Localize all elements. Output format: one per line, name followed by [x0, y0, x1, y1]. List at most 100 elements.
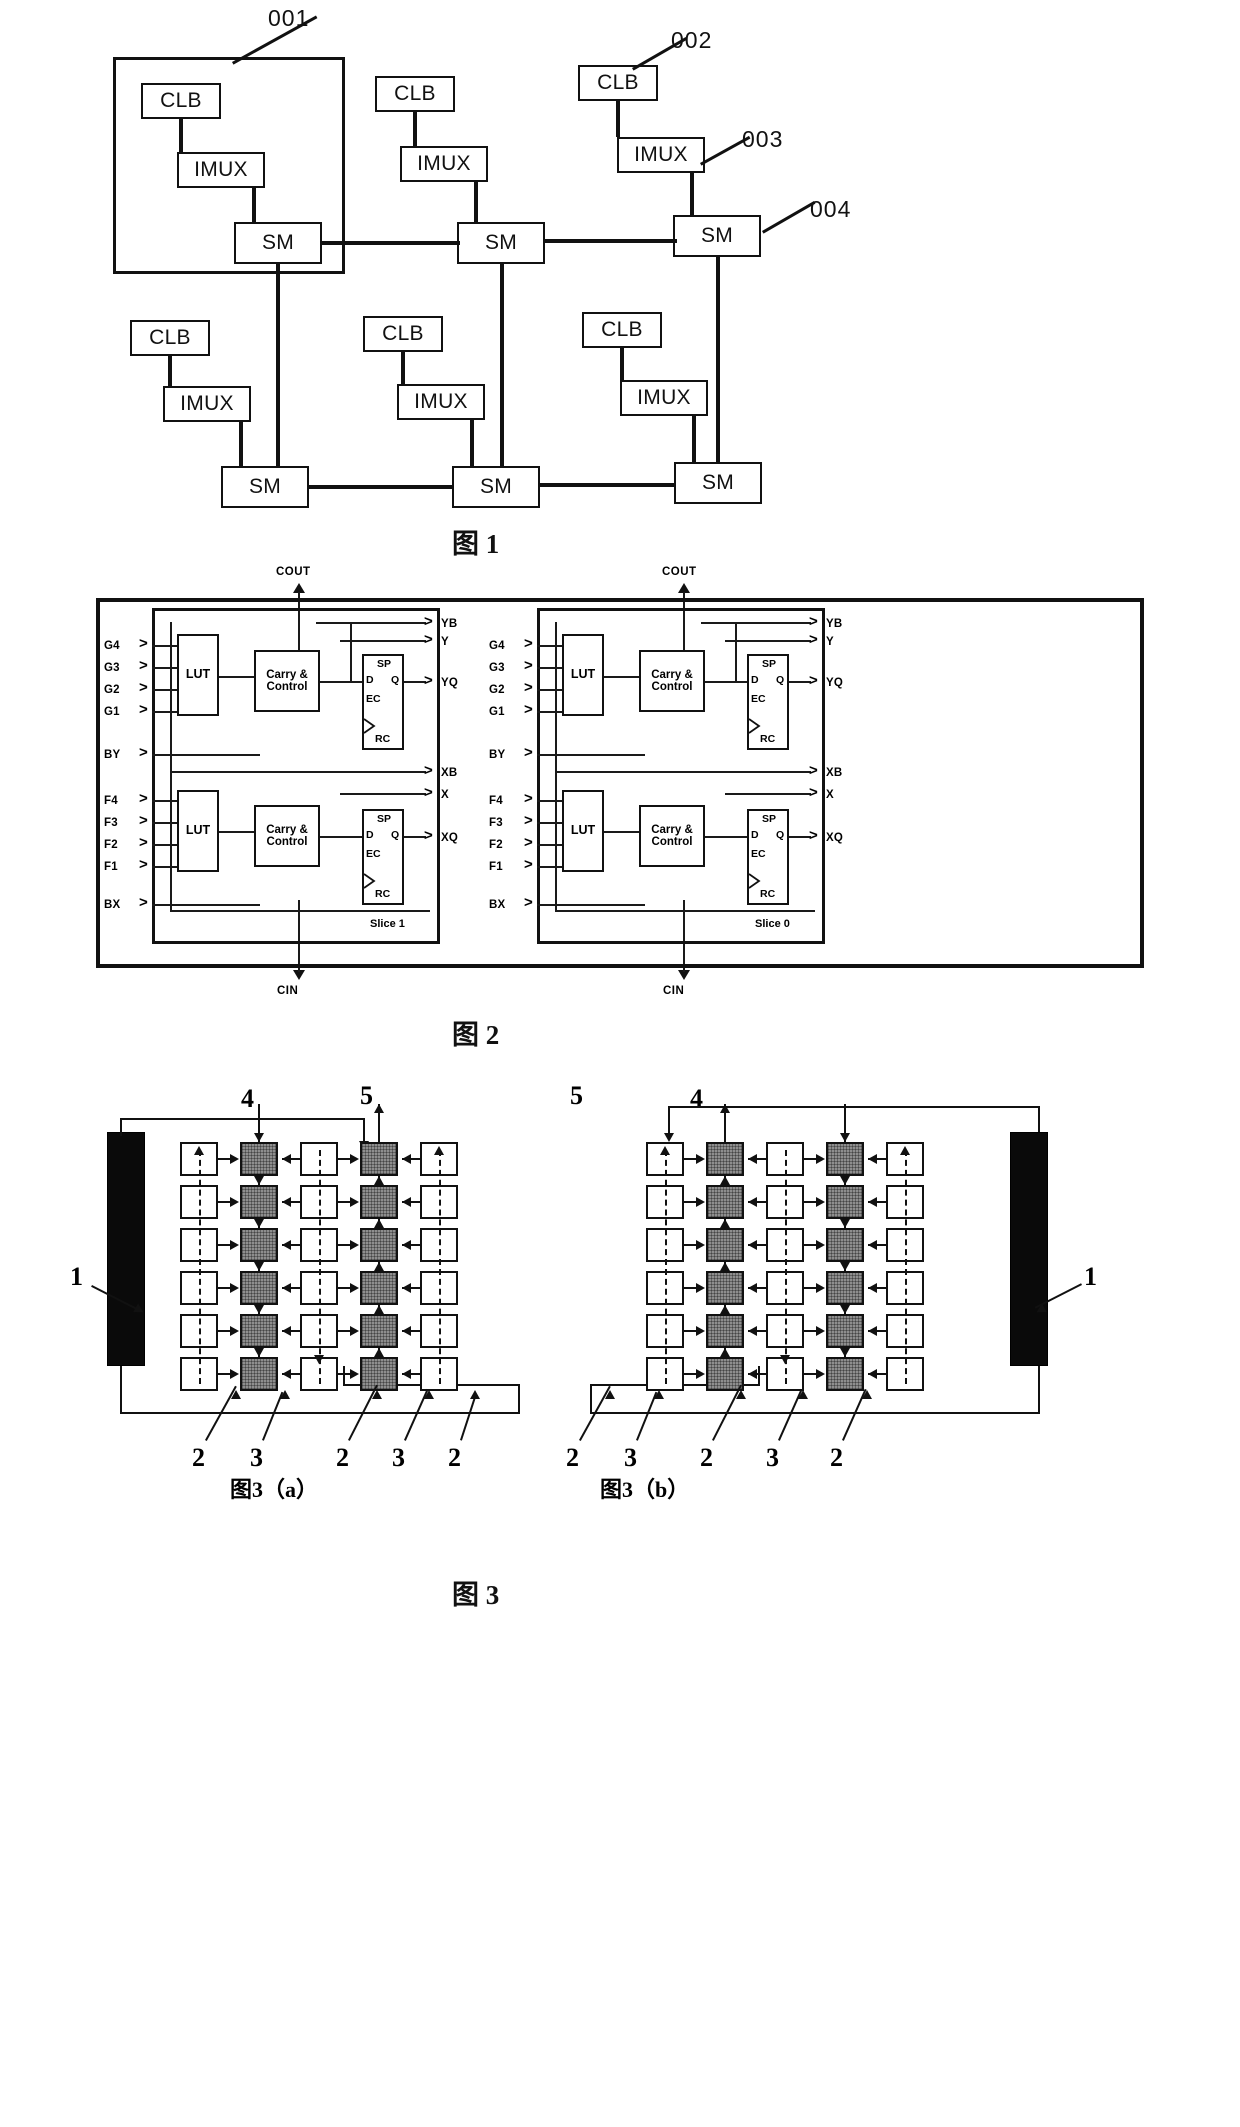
fig3a-h-r5d-arrow [402, 1326, 411, 1336]
lut-block-slice0-upper: LUT [562, 634, 604, 716]
fig3b-cell-r4c4 [826, 1271, 864, 1305]
cout-label-slice1: COUT [276, 566, 311, 578]
wire-yq-slice0 [789, 681, 811, 683]
chev-f2-slice0: > [524, 834, 533, 851]
fig3a-v-c2-2-arrow [254, 1219, 264, 1228]
fig3a-dash-col5 [439, 1150, 441, 1384]
ff-d-slice1-upper: D [366, 674, 374, 686]
ff-clock-triangle-slice1-lower [363, 873, 376, 889]
wire-g1-slice1 [152, 711, 177, 713]
fig3a-v-c4-2-arrow [374, 1219, 384, 1228]
wire-carry-ff-slice0-lower [705, 836, 747, 838]
fig3a-h-r2a-arrow [230, 1197, 239, 1207]
ff-d-slice1-lower: D [366, 829, 374, 841]
fig3a-cell-r5c2 [240, 1314, 278, 1348]
wire-f4-slice0 [537, 800, 562, 802]
fig3a-h-r4c-arrow [350, 1283, 359, 1293]
out-yb-slice1: YB [441, 618, 458, 630]
imux-block-r2c3: IMUX [620, 380, 708, 416]
fig3b-cell-r2c2 [706, 1185, 744, 1219]
chev-yq-slice1: > [424, 672, 433, 689]
chev-f4-slice0: > [524, 790, 533, 807]
carry-control-slice1-upper: Carry & Control [254, 650, 320, 712]
fig3a-cell-r3c2 [240, 1228, 278, 1262]
carry-control-slice1-lower: Carry & Control [254, 805, 320, 867]
pin-g2-slice1: G2 [104, 684, 120, 696]
wire-carry-ff-slice0-upper [705, 681, 747, 683]
sm-block-r2c3: SM [674, 462, 762, 504]
fig3b-loop-bottom [590, 1412, 1040, 1414]
wire-y-slice1 [340, 640, 426, 642]
fig3b-loop-bottom-midright [758, 1366, 760, 1386]
fig3a-v-c4-1-arrow [374, 1176, 384, 1185]
fig3b-h-r2d-arrow [868, 1197, 877, 1207]
chev-yb-slice0: > [809, 613, 818, 630]
fig3b-label-4: 4 [690, 1084, 703, 1113]
wire-imux-sm-r2c3 [692, 416, 696, 466]
fig3b-h-r5b-arrow [748, 1326, 757, 1336]
fig3b-dash-col3 [785, 1150, 787, 1384]
chev-f4-slice1: > [139, 790, 148, 807]
bus-vertical-slice1 [170, 622, 172, 912]
wire-by-slice1 [152, 754, 260, 756]
clb-block-r1c2: CLB [375, 76, 455, 112]
out-y-slice0: Y [826, 636, 834, 648]
wire-imux-sm-r1c2 [474, 182, 478, 222]
wire-yb-slice1 [316, 622, 426, 624]
wire-g3-slice1 [152, 667, 177, 669]
fig3b-cell-r1c2 [706, 1142, 744, 1176]
fig3a-label-5: 5 [360, 1081, 373, 1110]
wire-g2-slice1 [152, 689, 177, 691]
wire-yq-slice1 [404, 681, 426, 683]
chev-yb-slice1: > [424, 613, 433, 630]
fig3b-bottom-leader-3a [636, 1391, 658, 1441]
wire-f2-slice0 [537, 844, 562, 846]
imux-block-r1c1: IMUX [177, 152, 265, 188]
fig3a-h-r1a-arrow [230, 1154, 239, 1164]
fig3b-bottom-arrow-2b [736, 1390, 746, 1399]
fig3b-bottom-arrow-3a [654, 1390, 664, 1399]
chev-xb-slice1: > [424, 762, 433, 779]
wire-x-slice1 [340, 793, 426, 795]
slice0-label: Slice 0 [755, 918, 790, 930]
ff-clock-triangle-slice0-lower [748, 873, 761, 889]
fig3a-bottom-arrow-3a [280, 1390, 290, 1399]
wire-bx-slice1 [152, 904, 260, 906]
ff-d-slice0-lower: D [751, 829, 759, 841]
fig3a-cell-r2c2 [240, 1185, 278, 1219]
fig3b-h-r3c-arrow [816, 1240, 825, 1250]
pin-f4-slice1: F4 [104, 795, 118, 807]
fig3b-loop-bottom-right [1038, 1366, 1040, 1414]
fig3b-h-r5a-arrow [696, 1326, 705, 1336]
ff-sp-slice0-upper: SP [762, 658, 777, 670]
fig3a-v-c2-1-arrow [254, 1176, 264, 1185]
out-yq-slice0: YQ [826, 677, 844, 689]
wire-sm-sm-r2-b [538, 483, 676, 487]
fig3a-v-c4-3-arrow [374, 1262, 384, 1271]
ff-q-slice0-upper: Q [776, 674, 785, 686]
ff-q-slice0-lower: Q [776, 829, 785, 841]
chev-bx-slice1: > [139, 894, 148, 911]
chev-by-slice1: > [139, 744, 148, 761]
fig3b-caption: 图3（b） [600, 1477, 690, 1502]
fig3a-cell-r4c2 [240, 1271, 278, 1305]
fig3a-loop-bottom-right [518, 1384, 520, 1414]
figure-3-caption: 图 3 [452, 1580, 500, 1610]
fig3b-cell-r3c4 [826, 1228, 864, 1262]
fig3a-label-1: 1 [70, 1262, 83, 1291]
wire-lut-carry-slice1-lower [219, 831, 254, 833]
pin-bx-slice1: BX [104, 899, 121, 911]
lut-block-slice1-upper: LUT [177, 634, 219, 716]
bus-ff-feed-slice0 [735, 622, 737, 682]
fig3b-v-c4-1-arrow [840, 1176, 850, 1185]
fig3a-bottom-label-3a: 3 [250, 1443, 263, 1472]
imux-block-r2c2: IMUX [397, 384, 485, 420]
pin-g3-slice1: G3 [104, 662, 120, 674]
fig3a-h-r3a-arrow [230, 1240, 239, 1250]
fig3b-cell-r4c2 [706, 1271, 744, 1305]
fig3b-v-c4-2-arrow [840, 1219, 850, 1228]
out-xb-slice1: XB [441, 767, 458, 779]
wire-yb-slice0 [701, 622, 811, 624]
pin-g4-slice0: G4 [489, 640, 505, 652]
figure-1-caption: 图 1 [452, 529, 500, 559]
